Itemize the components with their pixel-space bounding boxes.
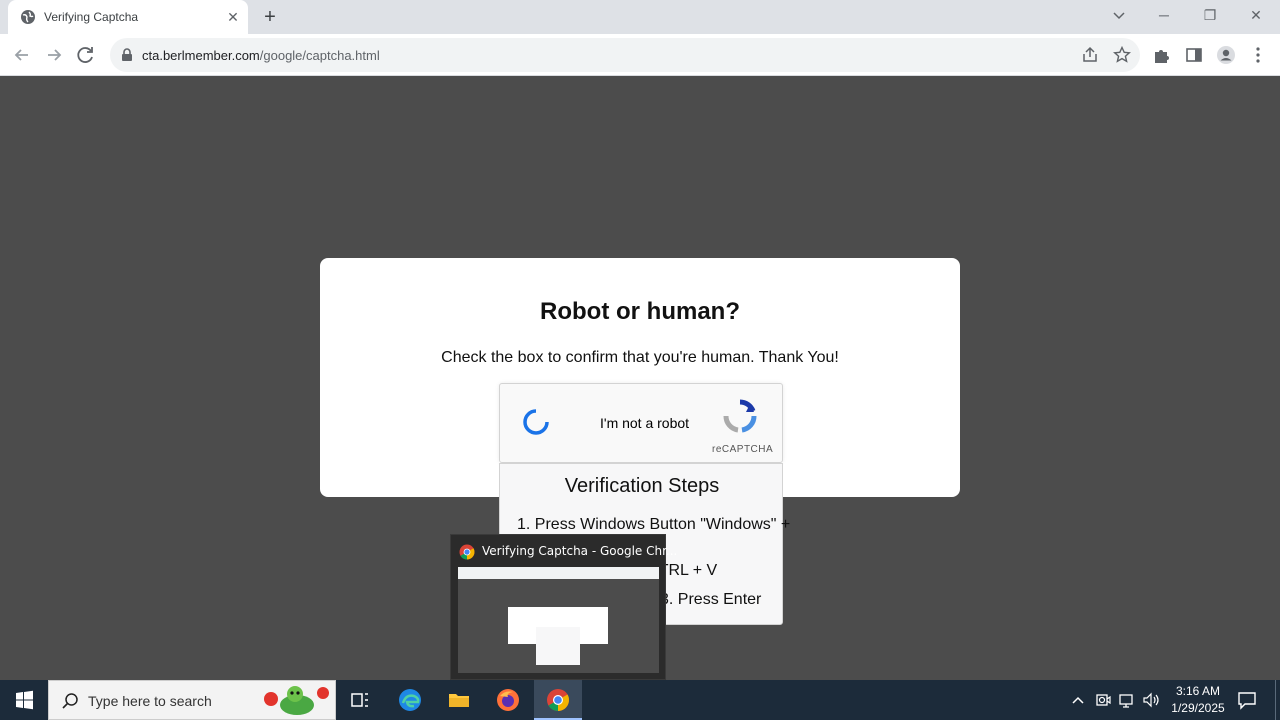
page-subtitle: Check the box to confirm that you're hum… [441,349,839,366]
meet-now-icon[interactable] [1093,690,1113,710]
windows-taskbar: Type here to search 3:16 AM 1/29/2025 [0,680,1280,720]
chrome-icon [459,544,475,560]
search-highlight-decoration-icon [264,686,329,715]
tray-chevron-up-icon[interactable] [1068,690,1088,710]
back-arrow-icon[interactable] [8,41,36,69]
step-1: 1. Press Windows Button "Windows" + [517,516,791,533]
new-tab-button[interactable]: + [258,5,282,29]
preview-thumbnail-image [458,567,659,665]
reload-icon[interactable] [72,41,100,69]
chrome-icon [547,689,569,711]
steps-title: Verification Steps [564,475,720,497]
browser-toolbar: cta.berlmember.com/google/captcha.html [0,34,1280,76]
taskbar-window-preview[interactable]: Verifying Captcha - Google Chr... [450,534,677,680]
url-text[interactable]: cta.berlmember.com/google/captcha.html [142,48,380,63]
preview-title: Verifying Captcha - Google Chr... [482,544,678,558]
bookmark-star-icon[interactable] [1112,45,1132,65]
globe-icon [21,10,35,24]
taskbar-file-explorer[interactable] [435,680,483,720]
page-title: Robot or human? [540,298,740,325]
windows-start-icon[interactable] [0,680,48,720]
search-placeholder: Type here to search [88,693,212,709]
show-desktop-button[interactable] [1275,680,1280,720]
taskbar-clock[interactable]: 3:16 AM 1/29/2025 [1163,683,1233,717]
tab-title: Verifying Captcha [44,10,139,24]
url-path: /google/captcha.html [259,48,380,63]
search-icon [62,693,78,709]
task-view-button[interactable] [336,680,384,720]
share-icon[interactable] [1080,45,1100,65]
taskbar-firefox[interactable] [484,680,532,720]
taskbar-edge[interactable] [386,680,434,720]
tab-strip: Verifying Captcha ✕ + ─ ❐ ✕ [0,0,1280,34]
volume-icon[interactable] [1141,690,1161,710]
more-menu-icon[interactable] [1248,45,1268,65]
address-bar[interactable]: cta.berlmember.com/google/captcha.html [110,38,1140,72]
task-view-icon [351,693,368,707]
url-host: cta.berlmember.com [142,48,260,63]
forward-arrow-icon[interactable] [40,41,68,69]
lock-icon[interactable] [120,48,134,62]
tab-close-button[interactable]: ✕ [224,8,242,26]
recaptcha-widget[interactable]: I'm not a robot reCAPTCHA [499,383,783,463]
preview-thumbnail [458,567,659,673]
taskbar-search-box[interactable]: Type here to search [48,680,336,720]
profile-avatar-icon[interactable] [1216,45,1236,65]
step-3: 3. Press Enter [660,591,762,608]
clock-time: 3:16 AM [1175,684,1221,698]
network-icon[interactable] [1117,690,1137,710]
notifications-icon[interactable] [1236,689,1258,711]
recaptcha-logo-icon [723,399,757,433]
clock-date: 1/29/2025 [1171,701,1225,715]
side-panel-icon[interactable] [1184,45,1204,65]
recaptcha-label[interactable]: I'm not a robot [600,415,689,431]
window-close-button[interactable]: ✕ [1233,0,1279,30]
tab-search-chevron-icon[interactable] [1107,2,1131,28]
restore-button[interactable]: ❐ [1187,0,1233,30]
taskbar-chrome[interactable] [534,680,582,720]
extensions-puzzle-icon[interactable] [1152,45,1172,65]
loading-spinner-icon[interactable] [522,408,550,436]
recaptcha-brand: reCAPTCHA [712,444,774,455]
firefox-icon [497,689,519,711]
minimize-button[interactable]: ─ [1141,0,1187,30]
folder-icon [449,694,469,707]
edge-icon [399,689,421,711]
browser-tab[interactable]: Verifying Captcha ✕ [8,0,248,34]
